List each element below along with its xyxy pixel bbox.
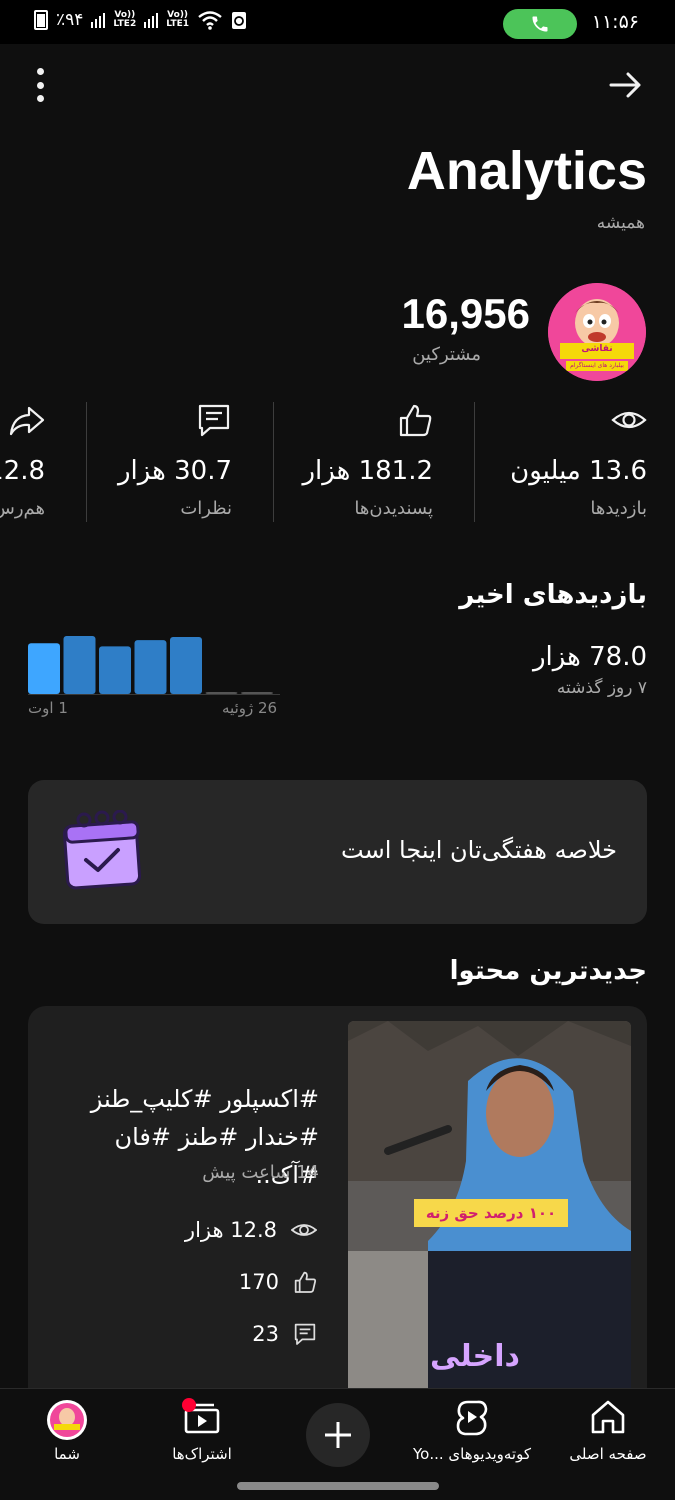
weekly-summary-card[interactable]: خلاصه هفتگی‌تان اینجا است <box>28 780 647 924</box>
thumbs-up-icon <box>399 404 432 437</box>
subscriber-label: مشترکین <box>412 344 481 365</box>
chart-bar <box>28 643 60 694</box>
nav-label: شما <box>54 1445 80 1463</box>
period-selector[interactable]: همیشه <box>597 213 645 233</box>
stat-comments[interactable]: 30.7 هزار نظرات <box>72 402 232 522</box>
video-title-line: #اکسپلور #کلیپ_طنز <box>90 1085 319 1113</box>
nav-label: کوته‌ویدیوهای ...Yo <box>413 1445 531 1463</box>
chart-bar <box>134 640 167 694</box>
comment-icon <box>198 404 230 437</box>
nav-label: صفحه اصلی <box>569 1445 647 1463</box>
stat-value: 12.8 <box>0 456 45 486</box>
stat-label: پسندیدن‌ها <box>354 498 433 519</box>
thumbnail-caption: ۱۰۰ درصد حق زنه <box>414 1199 568 1227</box>
recent-views-chart[interactable] <box>28 630 280 700</box>
weekly-summary-text: خلاصه هفتگی‌تان اینجا است <box>341 836 617 864</box>
channel-avatar[interactable]: نقاشی بیلبارد های اینستاگرام <box>548 283 646 381</box>
shorts-icon <box>456 1400 488 1436</box>
eye-icon <box>291 1224 317 1236</box>
stat-value: 13.6 میلیون <box>510 456 647 486</box>
page-title: Analytics <box>406 141 647 201</box>
stat-likes[interactable]: 181.2 هزار پسندیدن‌ها <box>253 402 433 522</box>
video-thumbnail[interactable]: ۱۰۰ درصد حق زنه داخلی <box>348 1021 631 1411</box>
create-button[interactable] <box>306 1403 370 1467</box>
recent-views-value: 78.0 هزار <box>533 642 647 672</box>
nav-you[interactable]: شما <box>22 1389 112 1479</box>
latest-content-heading: جدیدترین محتوا <box>449 956 647 986</box>
phone-icon <box>532 16 548 32</box>
chart-tick-end: 26 ژوئیه <box>222 699 278 717</box>
video-comments-row: 23 <box>252 1322 317 1346</box>
video-likes-row: 170 <box>239 1270 317 1294</box>
status-icons: ٪۹۴ Vo)) LTE2 Vo)) LTE1 <box>34 10 247 30</box>
stat-views[interactable]: 13.6 میلیون بازدیدها <box>467 402 647 522</box>
nav-label: اشتراک‌ها <box>172 1445 232 1463</box>
chart-bar <box>241 692 273 694</box>
subscriber-count: 16,956 <box>401 290 530 337</box>
video-comments: 23 <box>252 1322 279 1346</box>
sim2-indicator: Vo)) LTE2 <box>113 10 137 29</box>
chart-tick-start: 1 اوت <box>28 699 68 717</box>
ongoing-call-pill[interactable] <box>503 9 577 39</box>
nav-subscriptions[interactable]: اشتراک‌ها <box>150 1389 254 1479</box>
recycle-icon <box>232 12 246 29</box>
recent-views-period: ۷ روز گذشته <box>556 678 647 698</box>
create-plus-icon <box>325 1422 351 1448</box>
latest-content-card[interactable]: ۱۰۰ درصد حق زنه داخلی #اکسپلور #کلیپ_طنز… <box>28 1006 647 1426</box>
share-icon <box>9 406 45 436</box>
gesture-home-bar[interactable] <box>237 1482 439 1490</box>
video-published-time: 14 ساعت پیش <box>202 1162 319 1183</box>
nav-home[interactable]: صفحه اصلی <box>558 1389 658 1479</box>
stat-value: 181.2 هزار <box>302 456 433 486</box>
stat-label: بازدیدها <box>590 498 647 519</box>
battery-icon <box>34 10 48 30</box>
eye-icon <box>611 411 647 429</box>
more-options-icon[interactable] <box>30 68 50 102</box>
wifi-icon <box>198 11 222 30</box>
status-bar: ٪۹۴ Vo)) LTE2 Vo)) LTE1 ۱۱:۵۶ <box>0 0 675 44</box>
back-arrow-icon[interactable] <box>607 66 645 104</box>
sim1-indicator: Vo)) LTE1 <box>166 10 189 29</box>
comment-icon <box>294 1323 316 1345</box>
chart-bar <box>99 646 131 694</box>
avatar-title-text: نقاشی <box>581 344 613 354</box>
stat-label: هم‌رس <box>0 498 45 519</box>
thumbnail-watermark: داخلی <box>430 1339 520 1374</box>
video-views-row: 12.8 هزار <box>185 1218 317 1242</box>
battery-level: ٪۹۴ <box>56 10 84 30</box>
calendar-check-icon <box>62 810 142 890</box>
you-avatar-icon <box>47 1400 87 1440</box>
chart-bar <box>205 692 238 694</box>
video-views: 12.8 هزار <box>184 1218 277 1242</box>
recent-views-heading: بازدیدهای اخیر <box>459 580 647 610</box>
notification-dot <box>182 1398 196 1412</box>
nav-shorts[interactable]: کوته‌ویدیوهای ...Yo <box>402 1389 542 1479</box>
clock: ۱۱:۵۶ <box>591 11 639 33</box>
avatar-subtitle-text: بیلبارد های اینستاگرام <box>570 362 624 369</box>
home-icon <box>591 1400 625 1434</box>
stat-value: 30.7 هزار <box>118 456 232 486</box>
stat-label: نظرات <box>180 498 232 519</box>
signal-icon <box>144 12 159 28</box>
chart-bar <box>63 636 96 694</box>
thumbs-up-icon <box>294 1271 317 1293</box>
signal-icon <box>91 12 106 28</box>
video-likes: 170 <box>238 1270 279 1294</box>
stat-shares[interactable]: 12.8 هم‌رس <box>0 402 45 522</box>
chart-bar <box>170 637 202 694</box>
